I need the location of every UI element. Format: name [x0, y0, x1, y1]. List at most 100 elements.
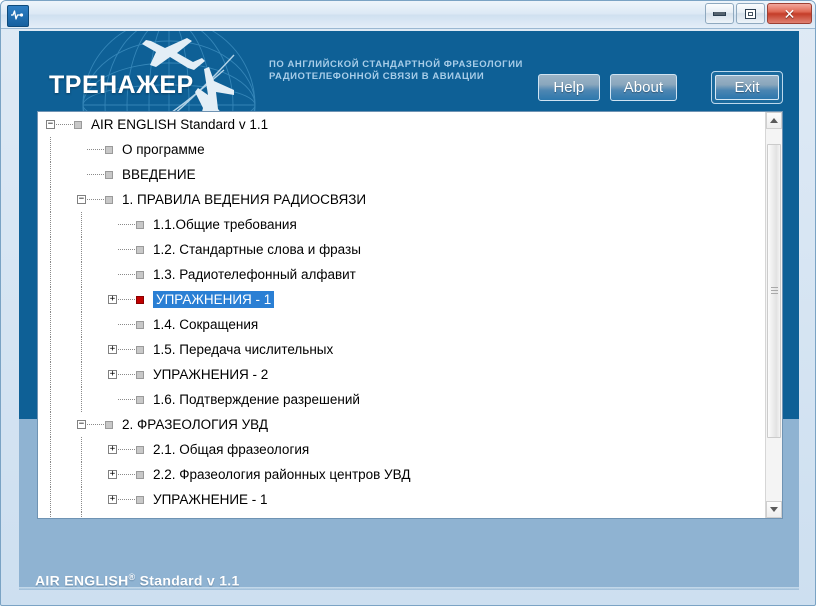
node-bullet-icon: [136, 445, 144, 454]
scroll-down-button[interactable]: [766, 501, 782, 518]
tree-item-label: 1. ПРАВИЛА ВЕДЕНИЯ РАДИОСВЯЗИ: [122, 192, 367, 207]
registered-mark-icon: ®: [128, 572, 136, 582]
tree-item-label: УПРАЖНЕНИЯ - 2: [153, 367, 269, 382]
node-bullet-icon: [136, 270, 144, 279]
node-bullet-icon: [136, 345, 144, 354]
tree-rows-container: − AIR ENGLISH Standard v 1.1 О программе ВВ…: [38, 112, 782, 518]
scrollbar-thumb[interactable]: [767, 143, 781, 438]
tree-connector: [118, 248, 135, 251]
tree-row[interactable]: − 2. ФРАЗЕОЛОГИЯ УВД: [38, 412, 782, 437]
tree-item-label: УПРАЖНЕНИЯ - 1: [151, 290, 276, 309]
collapse-toggle-icon[interactable]: −: [77, 419, 86, 429]
tree-connector: [118, 498, 135, 501]
collapse-toggle-icon[interactable]: −: [77, 194, 86, 204]
about-button[interactable]: About: [609, 74, 677, 101]
tree-guide-line: [50, 387, 52, 412]
tree-row[interactable]: 1.4. Сокращения: [38, 312, 782, 337]
tree-row[interactable]: +1.5. Передача числительных: [38, 337, 782, 362]
tree-row[interactable]: ВВЕДЕНИЕ: [38, 162, 782, 187]
minimize-button[interactable]: [705, 3, 734, 24]
tree-item-label: О программе: [122, 142, 205, 157]
footer-version: Standard v 1.1: [139, 572, 240, 589]
tree-row[interactable]: О программе: [38, 137, 782, 162]
tree-item-label: 1.2. Стандартные слова и фразы: [153, 242, 361, 257]
exit-button[interactable]: Exit: [715, 75, 779, 100]
collapse-toggle-icon[interactable]: −: [46, 119, 55, 129]
expand-toggle-icon[interactable]: +: [108, 494, 117, 504]
node-bullet-icon: [105, 145, 113, 154]
tree-connector: [118, 223, 135, 226]
tree-row[interactable]: − AIR ENGLISH Standard v 1.1: [38, 112, 782, 137]
tree-item-label: AIR ENGLISH Standard v 1.1: [91, 117, 269, 132]
tree-guide-line: [81, 337, 83, 362]
tree-item-label: УПРАЖНЕНИЕ - 1: [153, 492, 268, 507]
tree-guide-line: [50, 362, 52, 387]
node-bullet-icon: [136, 470, 144, 479]
tree-guide-line: [81, 387, 83, 412]
tree-row[interactable]: 1.2. Стандартные слова и фразы: [38, 237, 782, 262]
tree-row[interactable]: 1.3. Радиотелефонный алфавит: [38, 262, 782, 287]
tree-row[interactable]: + УПРАЖНЕНИЕ - 1: [38, 487, 782, 512]
tree-connector: [87, 423, 104, 426]
node-bullet-icon: [136, 395, 144, 404]
tree-item-label: 1.4. Сокращения: [153, 317, 259, 332]
expand-toggle-icon[interactable]: +: [108, 369, 117, 379]
tree-guide-line: [81, 437, 83, 462]
tree-guide-line: [81, 512, 83, 518]
tree-row[interactable]: + УПРАЖНЕНИЯ - 1: [38, 287, 782, 312]
tree-guide-line: [50, 462, 52, 487]
expand-toggle-icon[interactable]: +: [108, 344, 117, 354]
tree-guide-line: [81, 462, 83, 487]
tree-vertical-scrollbar[interactable]: [765, 112, 782, 518]
tree-guide-line: [50, 262, 52, 287]
scroll-up-button[interactable]: [766, 112, 782, 129]
node-bullet-icon: [105, 195, 113, 204]
tree-item-label: 1.5. Передача числительных: [153, 342, 334, 357]
header-button-group: Help About Exit: [537, 71, 783, 104]
expand-toggle-icon[interactable]: +: [108, 294, 117, 304]
tree-row[interactable]: + УПРАЖНЕНИЯ - 2: [38, 362, 782, 387]
app-icon: [7, 5, 29, 27]
close-button[interactable]: ✕: [767, 3, 812, 24]
node-bullet-red-icon: [136, 295, 144, 304]
tree-row[interactable]: +2.1. Общая фразеология: [38, 437, 782, 462]
tree-guide-line: [81, 362, 83, 387]
tree-guide-line: [81, 262, 83, 287]
tree-row[interactable]: 1.6. Подтверждение разрешений: [38, 387, 782, 412]
tree-row[interactable]: +2.2. Фразеология районных центров УВД: [38, 462, 782, 487]
tree-item-label: 2. ФРАЗЕОЛОГИЯ УВД: [122, 417, 269, 432]
tree-connector: [87, 173, 104, 176]
expand-toggle-icon[interactable]: +: [108, 444, 117, 454]
restore-button[interactable]: [736, 3, 765, 24]
application-window: ✕ ТРЕНАЖЕР ПО АНГЛИЙСКОЙ СТАНДАРТНОЙ ФРА…: [0, 0, 816, 606]
tree-guide-line: [81, 237, 83, 262]
brand-title: ТРЕНАЖЕР: [49, 71, 194, 99]
restore-icon: [745, 8, 756, 19]
exit-button-focus-ring: Exit: [711, 71, 783, 104]
tree-guide-line: [50, 162, 52, 187]
header-subtitle: ПО АНГЛИЙСКОЙ СТАНДАРТНОЙ ФРАЗЕОЛОГИИ РА…: [269, 59, 559, 83]
node-bullet-icon: [136, 245, 144, 254]
tree-connector: [118, 298, 135, 301]
tree-connector: [56, 123, 73, 126]
help-button[interactable]: Help: [537, 74, 600, 101]
tree-connector: [87, 148, 104, 151]
tree-guide-line: [50, 487, 52, 512]
tree-guide-line: [50, 312, 52, 337]
tree-guide-line: [50, 512, 52, 518]
window-controls: ✕: [705, 3, 812, 24]
tree-connector: [87, 198, 104, 201]
tree-row[interactable]: +2.3. Фразеология аэроузловых центров УВ…: [38, 512, 782, 518]
tree-guide-line: [81, 312, 83, 337]
tree-item-label: ВВЕДЕНИЕ: [122, 167, 196, 182]
tree-item-label: 1.3. Радиотелефонный алфавит: [153, 267, 356, 282]
tree-connector: [118, 398, 135, 401]
tree-guide-line: [50, 187, 52, 212]
header-banner: ТРЕНАЖЕР ПО АНГЛИЙСКОЙ СТАНДАРТНОЙ ФРАЗЕ…: [19, 31, 799, 119]
tree-guide-line: [50, 137, 52, 162]
expand-toggle-icon[interactable]: +: [108, 469, 117, 479]
tree-row[interactable]: 1.1.Общие требования: [38, 212, 782, 237]
minimize-icon: [713, 11, 726, 16]
tree-row[interactable]: − 1. ПРАВИЛА ВЕДЕНИЯ РАДИОСВЯЗИ: [38, 187, 782, 212]
tree-connector: [118, 473, 135, 476]
